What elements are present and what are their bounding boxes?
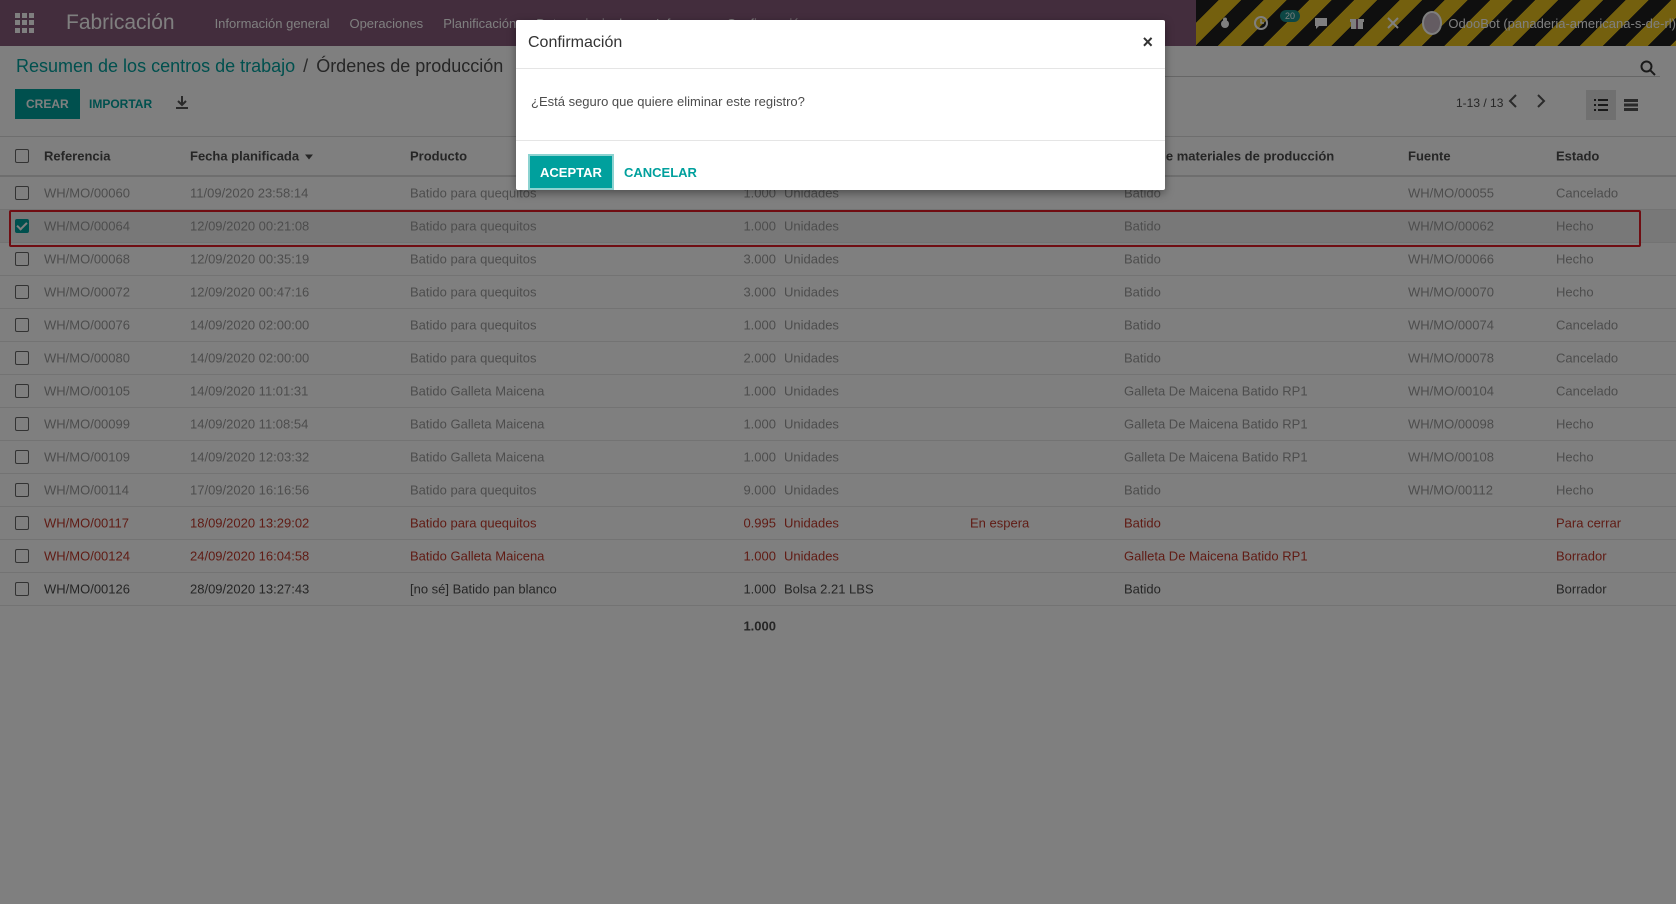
dialog-header: Confirmación ×	[516, 20, 1165, 69]
dialog-body: ¿Está seguro que quiere eliminar este re…	[516, 69, 1165, 141]
dialog-title: Confirmación	[528, 34, 623, 51]
accept-button[interactable]: ACEPTAR	[530, 156, 612, 188]
confirmation-dialog: Confirmación × ¿Está seguro que quiere e…	[516, 20, 1165, 190]
dialog-footer: ACEPTAR CANCELAR	[516, 141, 1165, 189]
close-icon[interactable]: ×	[1142, 32, 1153, 53]
cancel-button[interactable]: CANCELAR	[624, 156, 697, 188]
dialog-message: ¿Está seguro que quiere eliminar este re…	[531, 94, 805, 109]
